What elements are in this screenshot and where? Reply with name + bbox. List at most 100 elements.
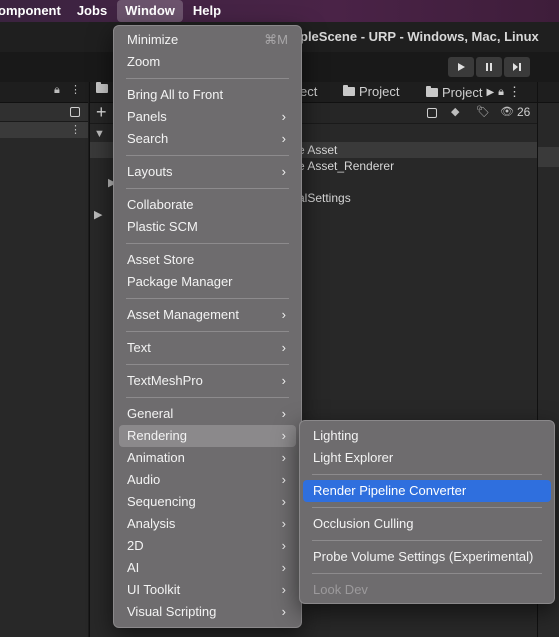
menu-item-minimize[interactable]: Minimize ⌘M <box>119 29 296 51</box>
menu-item-bring-all-to-front[interactable]: Bring All to Front <box>119 84 296 106</box>
chevron-right-icon: › <box>281 307 286 322</box>
menu-item-label: Visual Scripting <box>127 604 217 619</box>
menu-item-ui-toolkit[interactable]: UI Toolkit › <box>119 579 296 601</box>
menu-item-collaborate[interactable]: Collaborate <box>119 194 296 216</box>
play-icon <box>458 63 465 71</box>
submenu-item-lighting[interactable]: Lighting <box>303 425 551 447</box>
menu-item-audio[interactable]: Audio › <box>119 469 296 491</box>
menu-separator <box>312 540 542 541</box>
menu-separator <box>126 78 289 79</box>
hierarchy-selected-row[interactable]: ⋮ <box>0 122 88 138</box>
submenu-item-light-explorer[interactable]: Light Explorer <box>303 447 551 469</box>
chevron-right-icon: › <box>281 373 286 388</box>
collapse-arrow-icon[interactable]: ▶ <box>94 208 102 221</box>
submenu-item-render-pipeline-converter[interactable]: Render Pipeline Converter <box>303 480 551 502</box>
menu-item-visual-scripting[interactable]: Visual Scripting › <box>119 601 296 623</box>
menu-item-asset-store[interactable]: Asset Store <box>119 249 296 271</box>
tab-folder-icon-only[interactable] <box>96 82 108 93</box>
file-item-asset[interactable]: e Asset <box>298 143 337 157</box>
menu-item-general[interactable]: General › <box>119 403 296 425</box>
menu-item-label: Animation <box>127 450 185 465</box>
chevron-right-icon: › <box>281 472 286 487</box>
menu-item-label: TextMeshPro <box>127 373 203 388</box>
menu-bar: omponent Jobs Window Help <box>0 0 559 22</box>
search-field-icon[interactable] <box>70 107 80 117</box>
menu-item-label: Minimize <box>127 32 179 47</box>
step-button[interactable] <box>504 57 530 77</box>
chevron-right-icon: › <box>281 560 286 575</box>
menu-item-rendering[interactable]: Rendering › <box>119 425 296 447</box>
menu-item-2d[interactable]: 2D › <box>119 535 296 557</box>
menu-item-package-manager[interactable]: Package Manager <box>119 271 296 293</box>
menu-item-panels[interactable]: Panels › <box>119 106 296 128</box>
hierarchy-search-row[interactable] <box>0 103 88 122</box>
menu-item-label: Search <box>127 131 169 146</box>
menu-item-analysis[interactable]: Analysis › <box>119 513 296 535</box>
chevron-right-icon: › <box>281 582 286 597</box>
tab-overflow-arrow-icon[interactable]: ▶ <box>486 87 494 98</box>
step-icon <box>513 63 521 71</box>
add-icon[interactable]: + <box>96 102 107 123</box>
menu-separator <box>126 298 289 299</box>
tab-project-b[interactable]: Project <box>343 84 399 99</box>
menu-item-search[interactable]: Search › <box>119 128 296 150</box>
menu-item-label: General <box>127 406 174 421</box>
tab-project-a[interactable]: ect <box>300 84 317 99</box>
menu-item-animation[interactable]: Animation › <box>119 447 296 469</box>
label-icon[interactable]: 🏷︎ <box>476 105 490 118</box>
menubar-help[interactable]: Help <box>185 0 229 22</box>
inspector-selected-row[interactable] <box>538 147 559 167</box>
menu-item-ai[interactable]: AI › <box>119 557 296 579</box>
submenu-item-label: Render Pipeline Converter <box>313 483 467 498</box>
menu-item-label: AI <box>127 560 140 575</box>
menu-item-sequencing[interactable]: Sequencing › <box>119 491 296 513</box>
pause-icon <box>486 63 492 71</box>
pause-button[interactable] <box>476 57 502 77</box>
submenu-item-probe-volume-settings[interactable]: Probe Volume Settings (Experimental) <box>303 546 551 568</box>
inspector-tab-bar <box>538 82 559 103</box>
expand-arrow-icon[interactable]: ▼ <box>94 128 105 140</box>
submenu-item-look-dev: Look Dev <box>303 579 551 601</box>
menu-separator <box>312 507 542 508</box>
menu-item-label: UI Toolkit <box>127 582 181 597</box>
menu-item-textmeshpro[interactable]: TextMeshPro › <box>119 370 296 392</box>
menu-item-layouts[interactable]: Layouts › <box>119 161 296 183</box>
submenu-item-label: Light Explorer <box>313 450 394 465</box>
menu-item-zoom[interactable]: Zoom <box>119 51 296 73</box>
menu-item-plastic-scm[interactable]: Plastic SCM <box>119 216 296 238</box>
menu-item-label: Analysis <box>127 516 176 531</box>
folder-icon <box>96 82 108 93</box>
row-more-icon[interactable]: ⋮ <box>70 123 81 136</box>
hierarchy-tab-bar: 🔒︎ ⋮ <box>0 82 88 103</box>
window-title: pleScene - URP - Windows, Mac, Linux <box>300 29 539 44</box>
lock-icon[interactable]: 🔒︎ <box>54 84 60 97</box>
file-item-asset-renderer[interactable]: e Asset_Renderer <box>298 159 394 173</box>
menu-item-shortcut: ⌘M <box>264 32 288 47</box>
filter-icon[interactable]: ◆ <box>451 105 459 118</box>
more-icon[interactable]: ⋮ <box>70 83 81 96</box>
menu-item-label: Zoom <box>127 54 161 69</box>
chevron-right-icon: › <box>281 340 286 355</box>
search-by-type-icon[interactable] <box>427 108 437 118</box>
menubar-window[interactable]: Window <box>117 0 183 22</box>
folder-icon <box>343 85 355 96</box>
submenu-item-occlusion-culling[interactable]: Occlusion Culling <box>303 513 551 535</box>
tab-project-c[interactable]: Project ▶ 🔒︎ ⋮ <box>426 84 521 100</box>
more-icon[interactable]: ⋮ <box>508 84 521 100</box>
hierarchy-panel: 🔒︎ ⋮ ⋮ <box>0 82 88 637</box>
menu-item-label: Panels <box>127 109 167 124</box>
play-button[interactable] <box>448 57 474 77</box>
menu-item-text[interactable]: Text › <box>119 337 296 359</box>
chevron-right-icon: › <box>281 109 286 124</box>
chevron-right-icon: › <box>281 164 286 179</box>
menu-item-asset-management[interactable]: Asset Management › <box>119 304 296 326</box>
hidden-packages-icon[interactable]: 👁︎ <box>500 105 514 118</box>
menu-item-label: Plastic SCM <box>127 219 198 234</box>
menubar-jobs[interactable]: Jobs <box>69 0 115 22</box>
menu-separator <box>126 243 289 244</box>
chevron-right-icon: › <box>281 538 286 553</box>
menu-item-label: Text <box>127 340 151 355</box>
menubar-component[interactable]: omponent <box>0 0 69 22</box>
file-item-global-settings[interactable]: alSettings <box>298 191 351 205</box>
lock-icon[interactable]: 🔒︎ <box>498 86 504 99</box>
